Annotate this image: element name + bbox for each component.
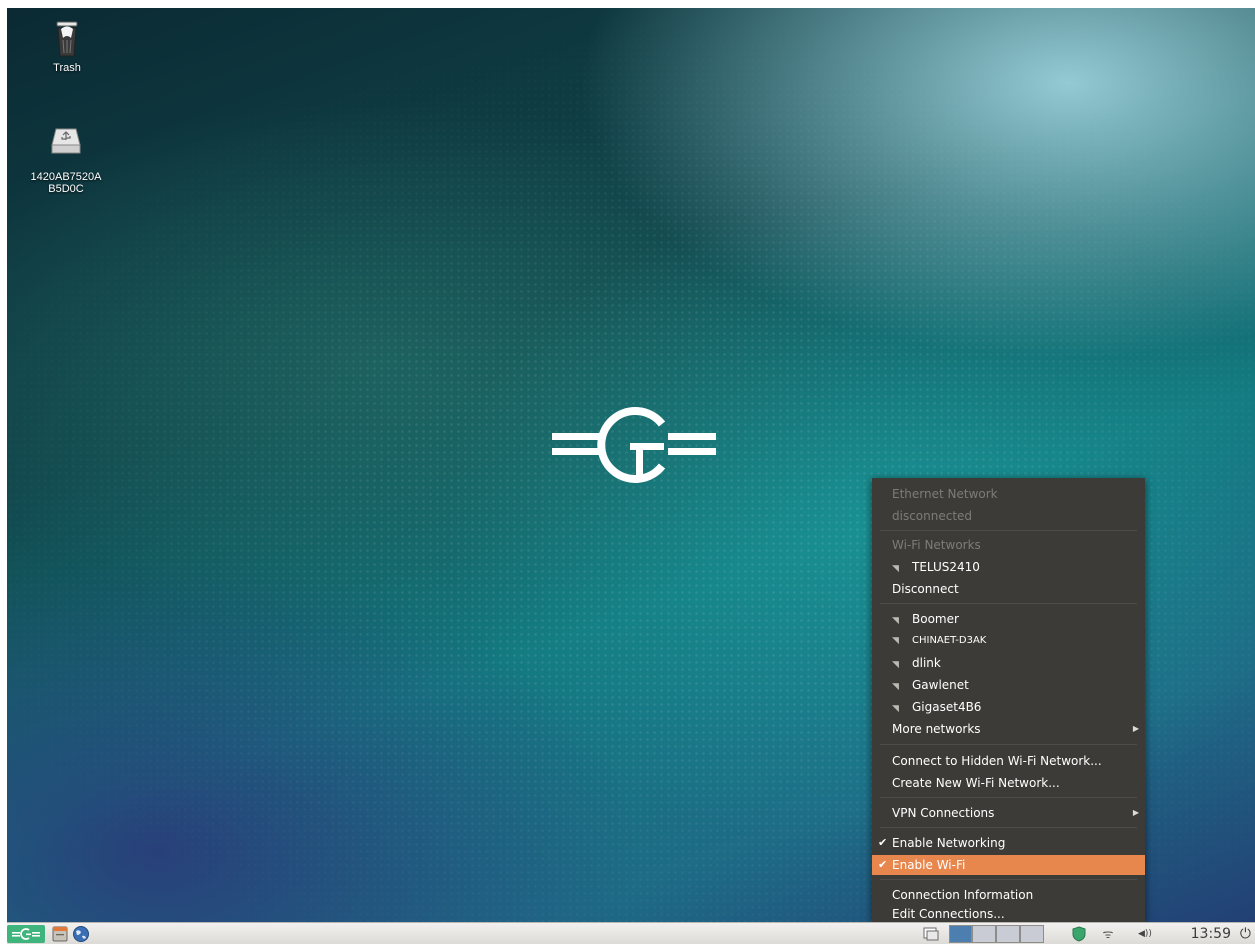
more-networks-label: More networks <box>892 722 981 736</box>
workspace-2[interactable] <box>972 925 996 943</box>
vpn-connections-item[interactable]: VPN Connections ▶ <box>872 803 1145 823</box>
connected-network-label: TELUS2410 <box>912 560 980 574</box>
volume-indicator[interactable]: ◀)) <box>1138 925 1168 943</box>
checkmark-icon: ✔ <box>878 858 888 871</box>
center-logo <box>552 407 716 483</box>
wifi-header: Wi-Fi Networks <box>892 538 981 552</box>
enable-networking-item[interactable]: ✔ Enable Networking <box>872 833 1145 853</box>
separator <box>880 530 1137 531</box>
workspace-switcher[interactable] <box>949 925 1047 943</box>
ethernet-status: disconnected <box>892 509 973 523</box>
network-label: Gigaset4B6 <box>912 700 982 714</box>
network-item-dlink[interactable]: ◥ dlink <box>872 653 1145 673</box>
window-list[interactable] <box>922 925 940 943</box>
submenu-arrow-icon: ▶ <box>1132 808 1139 817</box>
workspace-4[interactable] <box>1020 925 1044 943</box>
network-label: dlink <box>912 656 941 670</box>
vpn-connections-label: VPN Connections <box>892 806 995 820</box>
wifi-signal-icon: ◥ <box>892 616 899 626</box>
window-list-icon <box>923 927 939 941</box>
taskbar: ᯤ ◀)) 13:59 ⏻ <box>7 922 1255 944</box>
usb-drive-icon <box>51 128 81 154</box>
checkmark-icon: ✔ <box>878 836 888 849</box>
create-new-wifi-item[interactable]: Create New Wi-Fi Network... <box>872 773 1145 793</box>
update-indicator[interactable] <box>1072 925 1086 943</box>
workspace-3[interactable] <box>996 925 1020 943</box>
browser-globe-icon <box>73 926 89 942</box>
connection-information-item[interactable]: Connection Information <box>872 885 1145 905</box>
more-networks-item[interactable]: More networks ▶ <box>872 719 1145 739</box>
browser-launcher[interactable] <box>72 925 90 943</box>
enable-wifi-label: Enable Wi-Fi <box>892 858 966 872</box>
workspace-1[interactable] <box>949 925 972 943</box>
file-manager-icon <box>52 926 68 942</box>
network-menu: Ethernet Network disconnected Wi-Fi Netw… <box>872 478 1145 922</box>
volume-icon: ◀)) <box>1138 929 1152 939</box>
network-label: CHINAET-D3AK <box>912 635 987 646</box>
power-icon[interactable]: ⏻ <box>1240 925 1251 943</box>
ethernet-header: Ethernet Network <box>892 487 998 501</box>
usb-drive-label: 1420AB7520A B5D0C <box>30 171 102 195</box>
wifi-signal-icon: ◥ <box>892 636 899 646</box>
connected-network-item[interactable]: ◥ TELUS2410 <box>872 557 1145 577</box>
network-item-gigaset[interactable]: ◥ Gigaset4B6 <box>872 697 1145 717</box>
menu-button-icon <box>12 928 40 940</box>
trash-label: Trash <box>53 62 81 74</box>
separator <box>880 827 1137 828</box>
clock[interactable]: 13:59 <box>1191 925 1231 943</box>
wifi-signal-icon: ◥ <box>892 660 899 670</box>
file-manager-launcher[interactable] <box>52 925 68 943</box>
enable-networking-label: Enable Networking <box>892 836 1006 850</box>
connect-hidden-wifi-item[interactable]: Connect to Hidden Wi-Fi Network... <box>872 751 1145 771</box>
edit-connections-item[interactable]: Edit Connections... <box>872 907 1145 922</box>
submenu-arrow-icon: ▶ <box>1132 724 1139 733</box>
disconnect-item[interactable]: Disconnect <box>872 579 1145 599</box>
usb-drive-desktop-icon[interactable]: 1420AB7520A B5D0C <box>21 113 111 195</box>
network-item-chinaet[interactable]: ◥ CHINAET-D3AK <box>872 631 1145 651</box>
network-item-boomer[interactable]: ◥ Boomer <box>872 609 1145 629</box>
separator <box>880 879 1137 880</box>
desktop: Trash 1420AB7520A B5D0C Ethernet Network… <box>7 8 1255 944</box>
trash-desktop-icon[interactable]: Trash <box>27 20 107 74</box>
network-label: Boomer <box>912 612 959 626</box>
enable-wifi-item[interactable]: ✔ Enable Wi-Fi <box>872 855 1145 875</box>
menu-button[interactable] <box>7 925 45 943</box>
network-label: Gawlenet <box>912 678 969 692</box>
wifi-signal-icon: ◥ <box>892 564 899 574</box>
network-item-gawlenet[interactable]: ◥ Gawlenet <box>872 675 1145 695</box>
trash-icon <box>56 21 78 57</box>
separator <box>880 603 1137 604</box>
update-shield-icon <box>1072 926 1086 942</box>
separator <box>880 797 1137 798</box>
wifi-icon: ᯤ <box>1102 927 1114 941</box>
wifi-signal-icon: ◥ <box>892 704 899 714</box>
wifi-signal-icon: ◥ <box>892 682 899 692</box>
wifi-indicator[interactable]: ᯤ <box>1099 925 1117 943</box>
separator <box>880 744 1137 745</box>
